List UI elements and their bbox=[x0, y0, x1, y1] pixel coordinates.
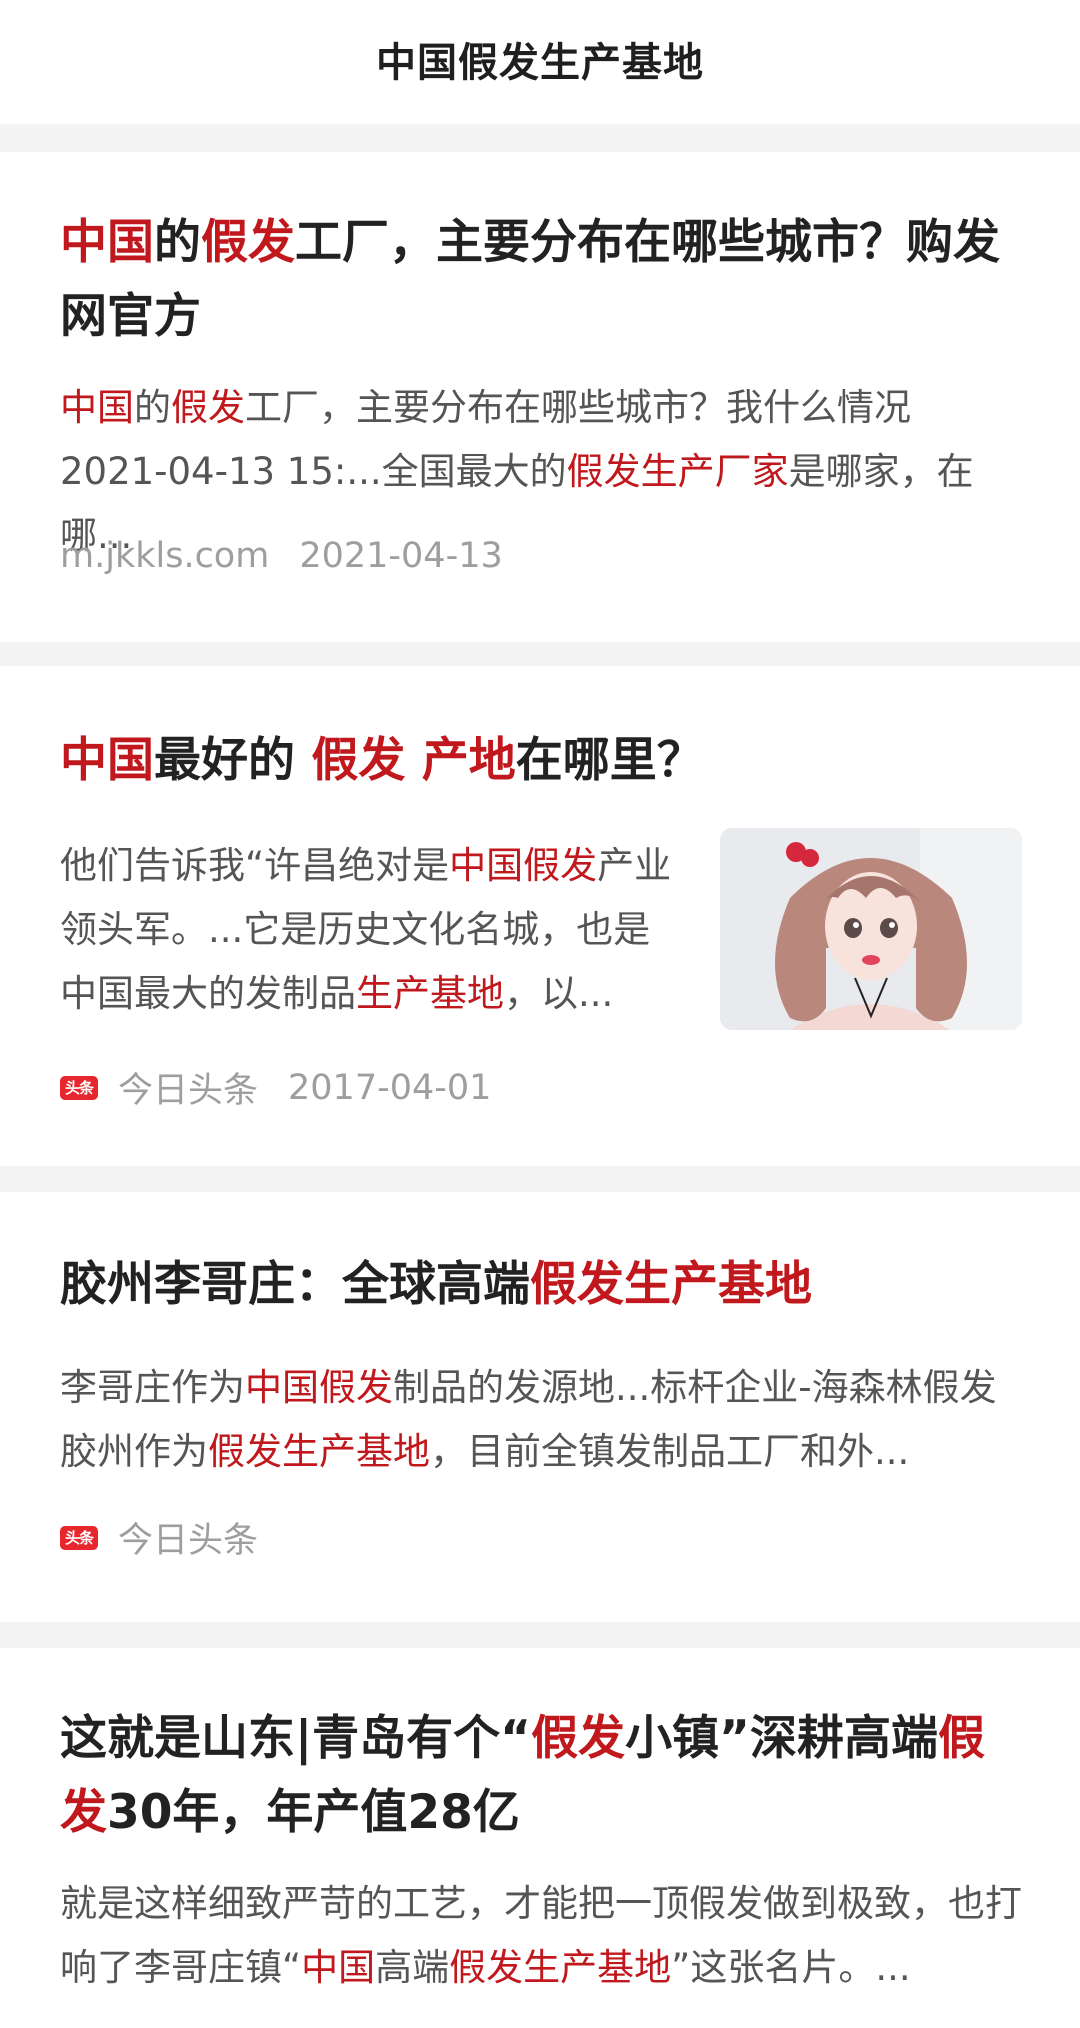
highlighted-keyword: 中国 bbox=[60, 215, 154, 270]
top-bar: 中国假发生产基地 bbox=[0, 0, 1080, 124]
doll-wig-photo-icon bbox=[720, 828, 1022, 1030]
text-fragment: 最好的 bbox=[154, 733, 312, 788]
page-title: 中国假发生产基地 bbox=[376, 40, 704, 86]
highlighted-keyword: 中国 bbox=[60, 733, 154, 788]
highlighted-keyword: 假发 bbox=[531, 1711, 626, 1766]
text-fragment: 胶州李哥庄：全球高端 bbox=[60, 1257, 530, 1312]
highlighted-keyword: 假发 bbox=[171, 386, 245, 429]
text-fragment: ，以... bbox=[504, 972, 614, 1015]
search-results-page: 中国假发生产基地 中国的假发工厂，主要分布在哪些城市？购发网官方 中国的假发工厂… bbox=[0, 0, 1080, 2028]
result-card[interactable]: 中国的假发工厂，主要分布在哪些城市？购发网官方 中国的假发工厂，主要分布在哪些城… bbox=[0, 152, 1080, 642]
text-fragment: 高端 bbox=[375, 1946, 450, 1989]
highlighted-keyword: 中国假发 bbox=[449, 844, 598, 887]
date-label: 2017-04-01 bbox=[288, 1067, 492, 1108]
toutiao-icon: 头条 bbox=[60, 1075, 98, 1100]
result-snippet: 就是这样细致严苛的工艺，才能把一顶假发做到极致，也打响了李哥庄镇“中国高端假发生… bbox=[60, 1872, 1030, 2000]
result-card[interactable]: 中国最好的 假发 产地在哪里？ 他们告诉我“许昌绝对是中国假发产业领头军。...… bbox=[0, 666, 1080, 1166]
text-fragment: 小镇”深耕高端 bbox=[625, 1711, 938, 1766]
text-fragment: ”这张名片。... bbox=[671, 1946, 911, 1989]
source-label: 今日头条 bbox=[118, 1071, 259, 1111]
highlighted-keyword: 中国 bbox=[60, 386, 134, 429]
result-title[interactable]: 中国最好的 假发 产地在哪里？ bbox=[60, 724, 1020, 798]
text-fragment: 的 bbox=[154, 215, 201, 270]
highlighted-keyword: 中国 bbox=[301, 1946, 376, 1989]
highlighted-keyword: 假发生产基地 bbox=[208, 1430, 430, 1473]
toutiao-icon: 头条 bbox=[60, 1525, 98, 1550]
result-card[interactable]: 这就是山东|青岛有个“假发小镇”深耕高端假发30年，年产值28亿 就是这样细致严… bbox=[0, 1648, 1080, 2028]
highlighted-keyword: 假发生产厂家 bbox=[566, 450, 789, 493]
result-meta: m.jkkls.com 2021-04-13 bbox=[60, 536, 503, 576]
highlighted-keyword: 假发生产基地 bbox=[449, 1946, 672, 1989]
highlighted-keyword: 中国假发 bbox=[245, 1366, 393, 1409]
result-snippet: 李哥庄作为中国假发制品的发源地...标杆企业-海森林假发 胶州作为假发生产基地，… bbox=[60, 1356, 1030, 1484]
highlighted-keyword: 假发生产基地 bbox=[530, 1257, 812, 1312]
source-label: 今日头条 bbox=[118, 1521, 259, 1561]
result-title[interactable]: 这就是山东|青岛有个“假发小镇”深耕高端假发30年，年产值28亿 bbox=[60, 1702, 1030, 1850]
source-label: m.jkkls.com bbox=[60, 536, 270, 576]
text-fragment: 在哪里？ bbox=[515, 733, 704, 788]
result-snippet: 他们告诉我“许昌绝对是中国假发产业领头军。...它是历史文化名城，也是中国最大的… bbox=[60, 834, 680, 1026]
text-fragment: 30年，年产值28亿 bbox=[107, 1785, 520, 1840]
highlighted-keyword: 生产基地 bbox=[356, 972, 504, 1015]
text-fragment: 这就是山东|青岛有个“ bbox=[60, 1711, 532, 1766]
result-meta: 头条 今日头条 2017-04-01 bbox=[60, 1062, 491, 1113]
result-title[interactable]: 中国的假发工厂，主要分布在哪些城市？购发网官方 bbox=[60, 206, 1020, 354]
result-title[interactable]: 胶州李哥庄：全球高端假发生产基地 bbox=[60, 1248, 1020, 1322]
result-card[interactable]: 胶州李哥庄：全球高端假发生产基地 李哥庄作为中国假发制品的发源地...标杆企业-… bbox=[0, 1192, 1080, 1622]
text-fragment: 他们告诉我“许昌绝对是 bbox=[60, 844, 450, 887]
text-fragment: 的 bbox=[134, 386, 171, 429]
text-fragment: ，目前全镇发制品工厂和外... bbox=[430, 1430, 910, 1473]
result-meta: 头条 今日头条 bbox=[60, 1512, 258, 1563]
highlighted-keyword: 假发 产地 bbox=[311, 733, 516, 788]
result-thumbnail[interactable] bbox=[720, 828, 1022, 1030]
text-fragment: 李哥庄作为 bbox=[60, 1366, 245, 1409]
highlighted-keyword: 假发 bbox=[201, 215, 295, 270]
date-label: 2021-04-13 bbox=[299, 536, 503, 576]
